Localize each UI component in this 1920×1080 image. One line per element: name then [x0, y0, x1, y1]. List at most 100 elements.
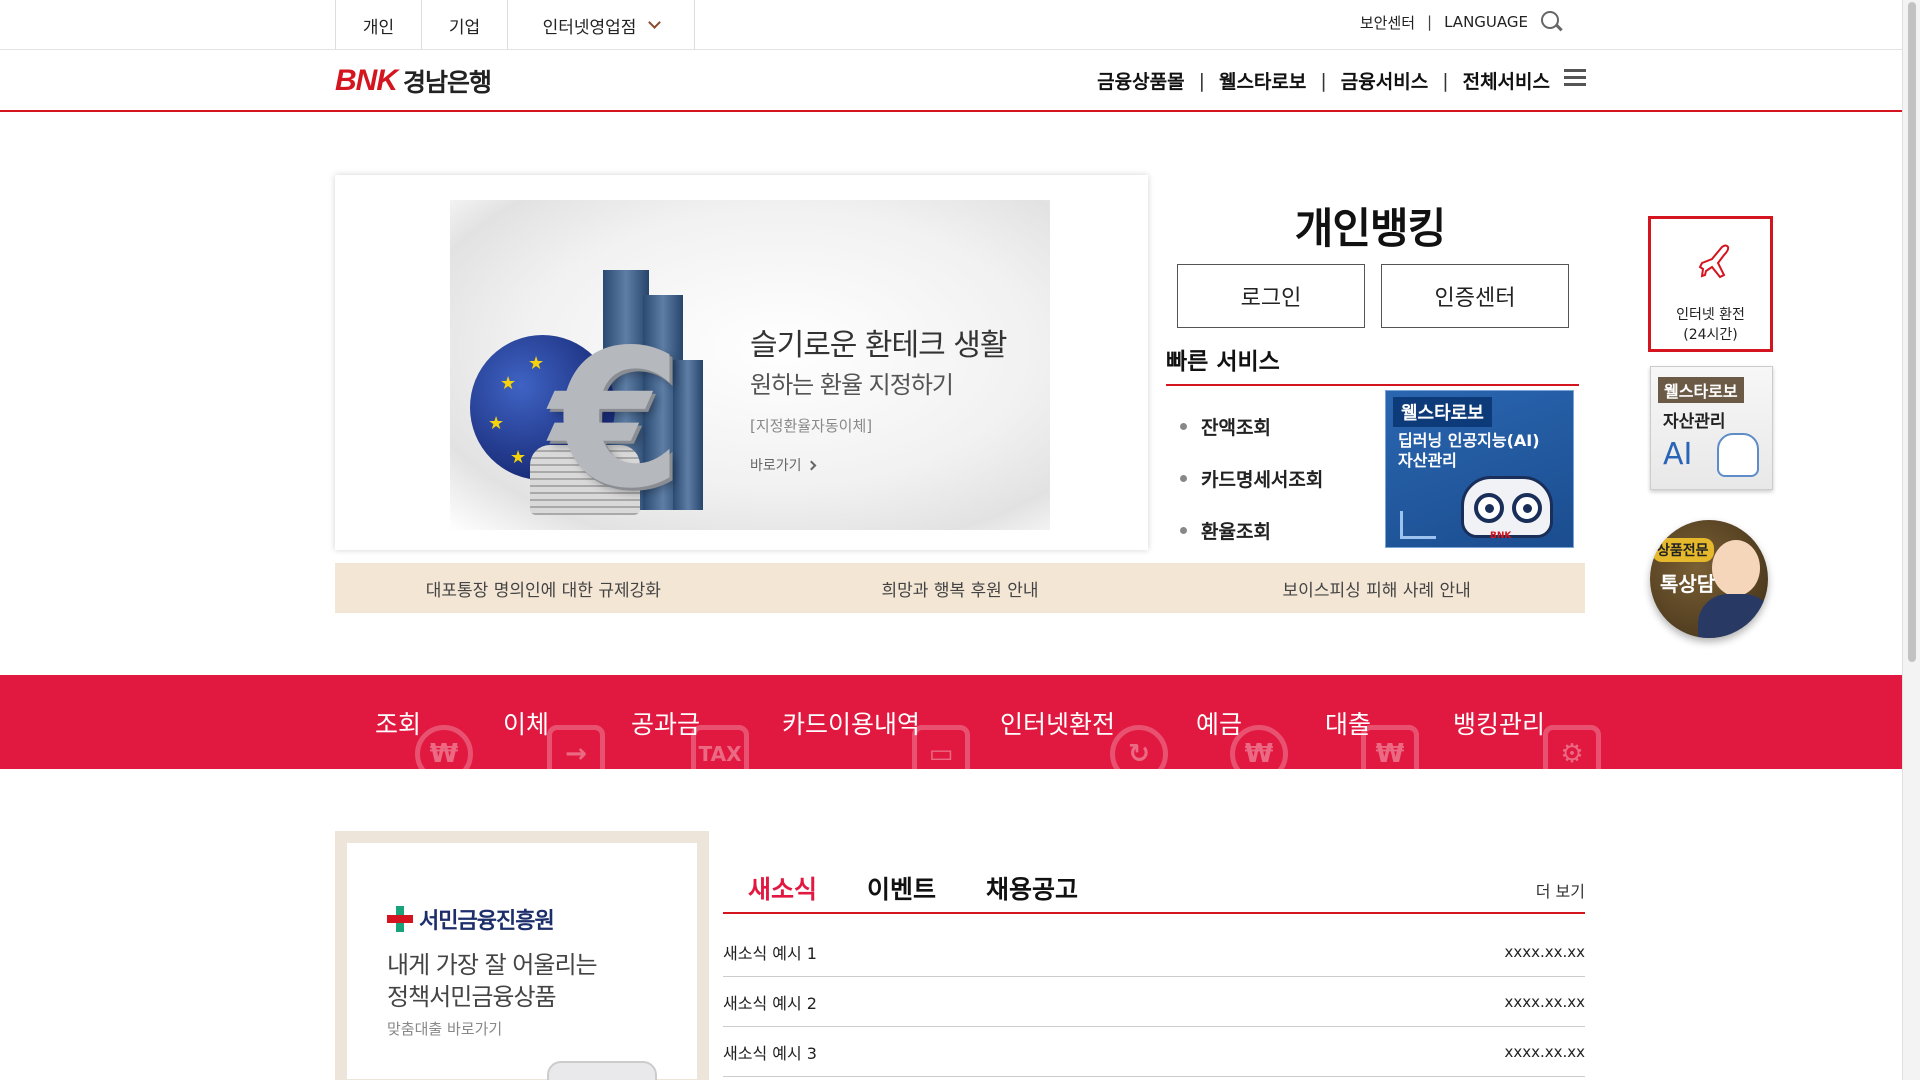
- internet-exchange-line: 인터넷 환전: [1676, 307, 1745, 323]
- gear-icon: ⚙: [1543, 725, 1601, 769]
- airplane-icon: [1698, 244, 1730, 279]
- list-item[interactable]: 새소식 예시 2 xxxx.xx.xx: [723, 977, 1585, 1027]
- notice-bar: 대포통장 명의인에 대한 규제강화 희망과 행복 후원 안내 보이스피싱 피해 …: [335, 563, 1585, 613]
- more-link[interactable]: 더 보기: [1536, 878, 1585, 902]
- main-header: BNK 경남은행 금융상품몰 | 웰스타로보 | 금융서비스 | 전체서비스: [0, 50, 1902, 112]
- tab-personal[interactable]: 개인: [336, 0, 422, 50]
- tab-internet-branch-label: 인터넷영업점: [542, 17, 637, 38]
- menu-icon[interactable]: [1564, 69, 1586, 87]
- banner-title: 슬기로운 환테크 생활: [750, 328, 1007, 363]
- rail-chat-tag: 상품전문: [1652, 538, 1714, 562]
- quick-service-title: 빠른 서비스: [1166, 342, 1579, 386]
- robot-eye: [1512, 493, 1542, 523]
- news-list: 새소식 예시 1 xxxx.xx.xx 새소식 예시 2 xxxx.xx.xx …: [723, 927, 1585, 1077]
- kinfa-logo: 서민금융진흥원: [387, 903, 555, 935]
- divider: |: [1442, 69, 1449, 92]
- robo-card-tag: 웰스타로보: [1393, 397, 1492, 427]
- menu-label: 이체: [503, 710, 550, 739]
- promo-link-text: 맞춤대출 바로가기: [387, 1020, 503, 1038]
- news-tabs: 새소식 이벤트 채용공고 더 보기: [723, 870, 1585, 914]
- rail-robo-sub: 자산관리: [1663, 412, 1726, 432]
- tab-recruitment[interactable]: 채용공고: [961, 870, 1103, 906]
- internet-exchange-label: 인터넷 환전 (24시간): [1651, 305, 1770, 345]
- robot-icon: [1717, 433, 1759, 477]
- tab-news[interactable]: 새소식: [723, 870, 842, 906]
- chevron-right-icon: [806, 460, 816, 470]
- logo-mark: BNK: [335, 64, 398, 97]
- promo-headline: 내게 가장 잘 어울리는: [387, 951, 598, 979]
- bank-logo[interactable]: BNK 경남은행: [335, 63, 492, 99]
- utility-links: 보안센터 | LANGUAGE: [1360, 10, 1564, 34]
- consultant-avatar: [1712, 540, 1760, 596]
- notice-link[interactable]: 대포통장 명의인에 대한 규제강화: [335, 576, 752, 601]
- scrollbar-thumb[interactable]: [1908, 2, 1916, 662]
- robot-icon: [1461, 476, 1553, 538]
- notice-link[interactable]: 희망과 행복 후원 안내: [752, 576, 1169, 601]
- quick-item-exchange-rate[interactable]: 환율조회: [1180, 504, 1323, 556]
- nav-all-services[interactable]: 전체서비스: [1463, 67, 1550, 94]
- quick-item-card-statement[interactable]: 카드명세서조회: [1180, 452, 1323, 504]
- list-item[interactable]: 새소식 예시 1 xxxx.xx.xx: [723, 927, 1585, 977]
- hero-banner[interactable]: ★ ★ ★ ★ € 슬기로운 환테크 생활 원하는 환율 지정하기 [지정환율자…: [335, 175, 1148, 550]
- talk-consult-button[interactable]: 상품전문 톡상담: [1650, 520, 1768, 638]
- transfer-icon: →: [547, 725, 605, 769]
- consultant-avatar-body: [1698, 594, 1768, 638]
- robo-card-desc: 딥러닝 인공지능(AI) 자산관리: [1398, 431, 1540, 471]
- bullet-icon: [1180, 474, 1187, 482]
- chevron-down-icon: [648, 16, 662, 29]
- banner-note: [지정환율자동이체]: [750, 417, 873, 435]
- menu-label: 뱅킹관리: [1453, 710, 1546, 739]
- banner-go-label: 바로가기: [750, 458, 802, 474]
- news-date: xxxx.xx.xx: [1504, 942, 1585, 961]
- bullet-icon: [1180, 422, 1187, 430]
- quick-item-label: 환율조회: [1201, 520, 1271, 543]
- cert-center-button[interactable]: 인증센터: [1381, 264, 1569, 328]
- wealth-robo-quick-button[interactable]: 웰스타로보 자산관리 AI: [1650, 366, 1773, 490]
- news-title: 새소식 예시 3: [723, 1043, 817, 1063]
- tab-events[interactable]: 이벤트: [842, 870, 961, 906]
- banner-go-link[interactable]: 바로가기: [750, 455, 816, 475]
- language-link[interactable]: LANGUAGE: [1444, 13, 1528, 31]
- top-utility-bar: 개인 기업 인터넷영업점 보안센터 | LANGUAGE: [0, 0, 1902, 50]
- menu-label: 인터넷환전: [1000, 710, 1116, 739]
- promo-card: 서민금융진흥원 내게 가장 잘 어울리는 정책서민금융상품 맞춤대출 바로가기: [347, 843, 697, 1080]
- robo-card-desc-line: 딥러닝 인공지능(AI): [1398, 431, 1540, 450]
- quick-service-list: 잔액조회 카드명세서조회 환율조회: [1180, 400, 1323, 556]
- list-item[interactable]: 새소식 예시 3 xxxx.xx.xx: [723, 1027, 1585, 1077]
- notice-link[interactable]: 보이스피싱 피해 사례 안내: [1168, 576, 1585, 601]
- news-title: 새소식 예시 1: [723, 943, 817, 963]
- login-button[interactable]: 로그인: [1177, 264, 1365, 328]
- menu-label: 예금: [1196, 710, 1243, 739]
- nav-financial-services[interactable]: 금융서비스: [1341, 67, 1428, 94]
- divider: |: [1320, 69, 1327, 92]
- euro-symbol-image: €: [550, 309, 683, 530]
- phone-image: [547, 1061, 657, 1080]
- search-icon[interactable]: [1540, 10, 1564, 34]
- bullet-icon: [1180, 526, 1187, 534]
- personal-banking-title: 개인뱅킹: [1294, 204, 1447, 253]
- news-title: 새소식 예시 2: [723, 993, 817, 1013]
- security-center-link[interactable]: 보안센터: [1360, 12, 1415, 33]
- logo-text: 경남은행: [403, 68, 492, 97]
- news-date: xxxx.xx.xx: [1504, 992, 1585, 1011]
- menu-label: 공과금: [631, 710, 701, 739]
- rail-chat-text: 톡상담: [1660, 572, 1716, 596]
- menu-label: 대출: [1325, 710, 1372, 739]
- quick-item-balance[interactable]: 잔액조회: [1180, 400, 1323, 452]
- card-icon: ▭: [912, 725, 970, 769]
- nav-wealth-robo[interactable]: 웰스타로보: [1219, 67, 1306, 94]
- nav-product-mall[interactable]: 금융상품몰: [1097, 67, 1184, 94]
- robot-eye: [1474, 493, 1504, 523]
- customer-type-tabs: 개인 기업 인터넷영업점: [335, 0, 695, 50]
- quick-item-label: 카드명세서조회: [1201, 468, 1324, 491]
- wealth-robo-card[interactable]: 웰스타로보 딥러닝 인공지능(AI) 자산관리 BNK: [1385, 390, 1574, 548]
- banking-menu-band: 조회 ₩ 이체 → 공과금 TAX 카드이용내역 ▭ 인터넷환전 ↻ 예금 ₩ …: [0, 675, 1902, 769]
- tab-corporate[interactable]: 기업: [422, 0, 508, 50]
- tab-internet-branch[interactable]: 인터넷영업점: [508, 0, 694, 50]
- divider: |: [1198, 69, 1205, 92]
- quick-item-label: 잔액조회: [1201, 416, 1271, 439]
- policy-loan-promo[interactable]: 서민금융진흥원 내게 가장 잘 어울리는 정책서민금융상품 맞춤대출 바로가기: [335, 831, 709, 1080]
- internet-exchange-button[interactable]: 인터넷 환전 (24시간): [1648, 216, 1773, 352]
- vertical-scrollbar[interactable]: [1902, 0, 1920, 1080]
- menu-label: 조회: [375, 710, 422, 739]
